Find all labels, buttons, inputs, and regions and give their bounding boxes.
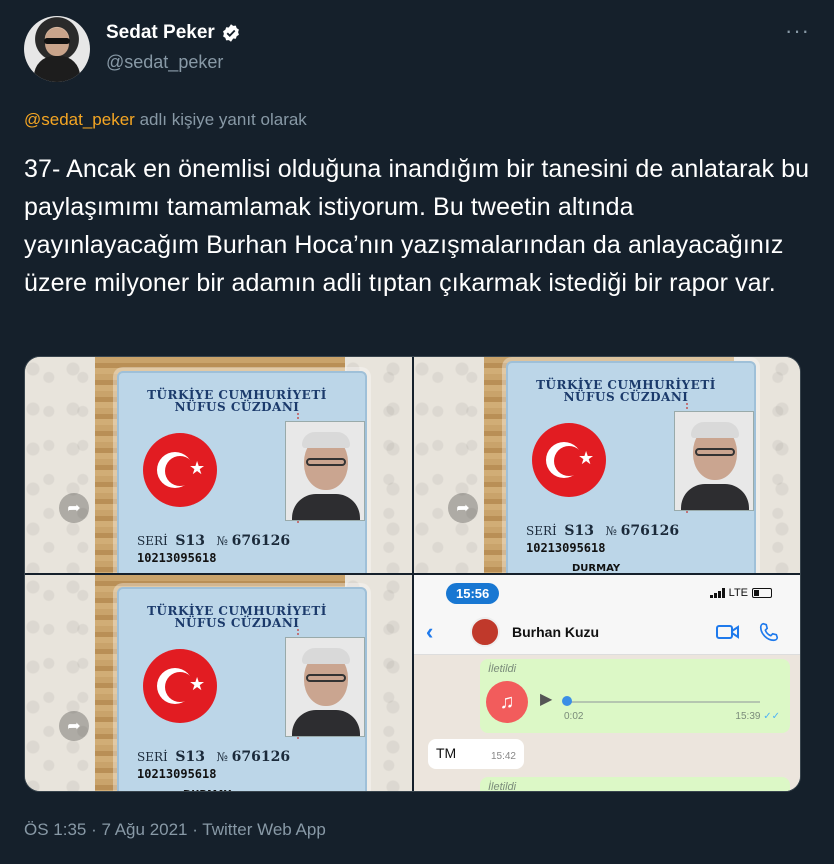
forward-icon: ➦ (59, 711, 89, 741)
play-icon: ▶ (540, 691, 553, 708)
audio-message-bubble: İletildi ♫ ▶ 0:02 15:39 ✓✓ (480, 659, 790, 733)
reply-suffix: adlı kişiye yanıt olarak (139, 110, 307, 129)
id-serial: SERİ S13 № 676126 (137, 533, 290, 549)
id-card: TÜRKİYE CUMHURİYETİ NÜFUS CÜZDANI ★ SERİ… (117, 587, 367, 791)
audio-time: 15:39 ✓✓ (735, 711, 780, 722)
serial-label: SERİ (137, 534, 168, 548)
id-card-title: TÜRKİYE CUMHURİYETİ NÜFUS CÜZDANI (526, 379, 726, 403)
id-photo (285, 637, 365, 737)
avatar-suit (34, 56, 80, 82)
media-image-2[interactable]: ➦ TÜRKİYE CUMHURİYETİ NÜFUS CÜZDANI ★ SE… (414, 357, 800, 573)
back-chevron-icon: ‹ (426, 619, 434, 644)
contact-name: Burhan Kuzu (512, 624, 600, 640)
serial-value: S13 (564, 523, 594, 539)
media-image-1[interactable]: ➦ TÜRKİYE CUMHURİYETİ NÜFUS CÜZDANI ★ SE… (25, 357, 412, 573)
author-name[interactable]: Sedat Peker (106, 22, 215, 44)
forward-icon: ➦ (59, 493, 89, 523)
contact-avatar (470, 617, 500, 647)
number-label: № (216, 750, 228, 764)
incoming-time: 15:42 (490, 751, 516, 762)
more-options-icon[interactable]: ··· (785, 18, 810, 44)
chat-body: İletildi ♫ ▶ 0:02 15:39 ✓✓ TM 15:42 İlet… (414, 655, 800, 792)
serial-value: S13 (175, 749, 205, 765)
network-label: LTE (728, 587, 748, 599)
chat-header: ‹ Burhan Kuzu (414, 609, 800, 655)
name-row: Sedat Peker (106, 22, 241, 44)
video-call-icon (716, 625, 739, 639)
number-value: 676126 (231, 749, 291, 765)
id-serial: SERİ S13 № 676126 (137, 749, 290, 765)
id-card-title-line2: NÜFUS CÜZDANI (174, 616, 300, 630)
number-value: 676126 (231, 533, 291, 549)
forwarded-label: İletildi (488, 663, 517, 675)
id-number: 10213095618 (137, 767, 217, 781)
reply-context: @sedat_peker adlı kişiye yanıt olarak (24, 110, 307, 130)
number-label: № (216, 534, 228, 548)
signal-icon (709, 588, 725, 598)
tweet-timestamp[interactable]: ÖS 1:35 · 7 Ağu 2021 · Twitter Web App (24, 820, 326, 840)
id-surname: DURMAY (183, 789, 231, 791)
id-card-title: TÜRKİYE CUMHURİYETİ NÜFUS CÜZDANI (137, 605, 337, 629)
serial-label: SERİ (526, 524, 557, 538)
audio-duration: 0:02 (564, 711, 584, 722)
author-handle[interactable]: @sedat_peker (106, 52, 223, 73)
tweet-text: 37- Ancak en önemlisi olduğuna inandığım… (24, 155, 810, 297)
reply-mention-link[interactable]: @sedat_peker (24, 110, 135, 129)
turkish-flag-icon: ★ (143, 433, 217, 507)
serial-label: SERİ (137, 750, 168, 764)
id-photo (674, 411, 754, 511)
id-card: TÜRKİYE CUMHURİYETİ NÜFUS CÜZDANI ★ SERİ… (506, 361, 756, 573)
audio-time-value: 15:39 (735, 711, 761, 722)
forwarded-message-bubble: İletildi (480, 777, 790, 792)
id-photo (285, 421, 365, 521)
serial-value: S13 (175, 533, 205, 549)
incoming-message-bubble: TM 15:42 (428, 739, 524, 769)
number-label: № (605, 524, 617, 538)
audio-progress-dot (562, 696, 572, 706)
audio-track (564, 701, 760, 703)
id-serial: SERİ S13 № 676126 (526, 523, 679, 539)
status-time: 15:56 (446, 583, 500, 604)
music-note-icon: ♫ (486, 681, 528, 723)
forwarded-label: İletildi (488, 781, 517, 792)
status-indicators: LTE (709, 587, 772, 599)
turkish-flag-icon: ★ (532, 423, 606, 497)
id-number: 10213095618 (137, 551, 217, 565)
id-card-title: TÜRKİYE CUMHURİYETİ NÜFUS CÜZDANI (137, 389, 337, 413)
id-card-title-line2: NÜFUS CÜZDANI (174, 400, 300, 414)
id-surname: DURMAY (572, 563, 621, 573)
phone-call-icon (759, 622, 779, 642)
battery-icon (752, 588, 772, 598)
avatar-glasses (44, 38, 70, 44)
media-image-4[interactable]: 15:56 LTE ‹ Burhan Kuzu İletildi ♫ ▶ 0:0… (414, 575, 800, 792)
avatar[interactable] (24, 16, 90, 82)
media-image-3[interactable]: ➦ TÜRKİYE CUMHURİYETİ NÜFUS CÜZDANI ★ SE… (25, 575, 412, 791)
id-card: TÜRKİYE CUMHURİYETİ NÜFUS CÜZDANI ★ SERİ… (117, 371, 367, 573)
media-grid: ➦ TÜRKİYE CUMHURİYETİ NÜFUS CÜZDANI ★ SE… (24, 356, 801, 792)
turkish-flag-icon: ★ (143, 649, 217, 723)
id-card-title-line2: NÜFUS CÜZDANI (563, 390, 689, 404)
forward-icon: ➦ (448, 493, 478, 523)
number-value: 676126 (620, 523, 680, 539)
read-ticks-icon: ✓✓ (763, 711, 780, 722)
verified-badge-icon (222, 24, 239, 42)
incoming-text: TM (436, 745, 457, 761)
phone-status-bar: 15:56 LTE (414, 575, 800, 609)
tweet-header: Sedat Peker @sedat_peker ··· (24, 16, 810, 86)
id-number: 10213095618 (526, 541, 606, 555)
